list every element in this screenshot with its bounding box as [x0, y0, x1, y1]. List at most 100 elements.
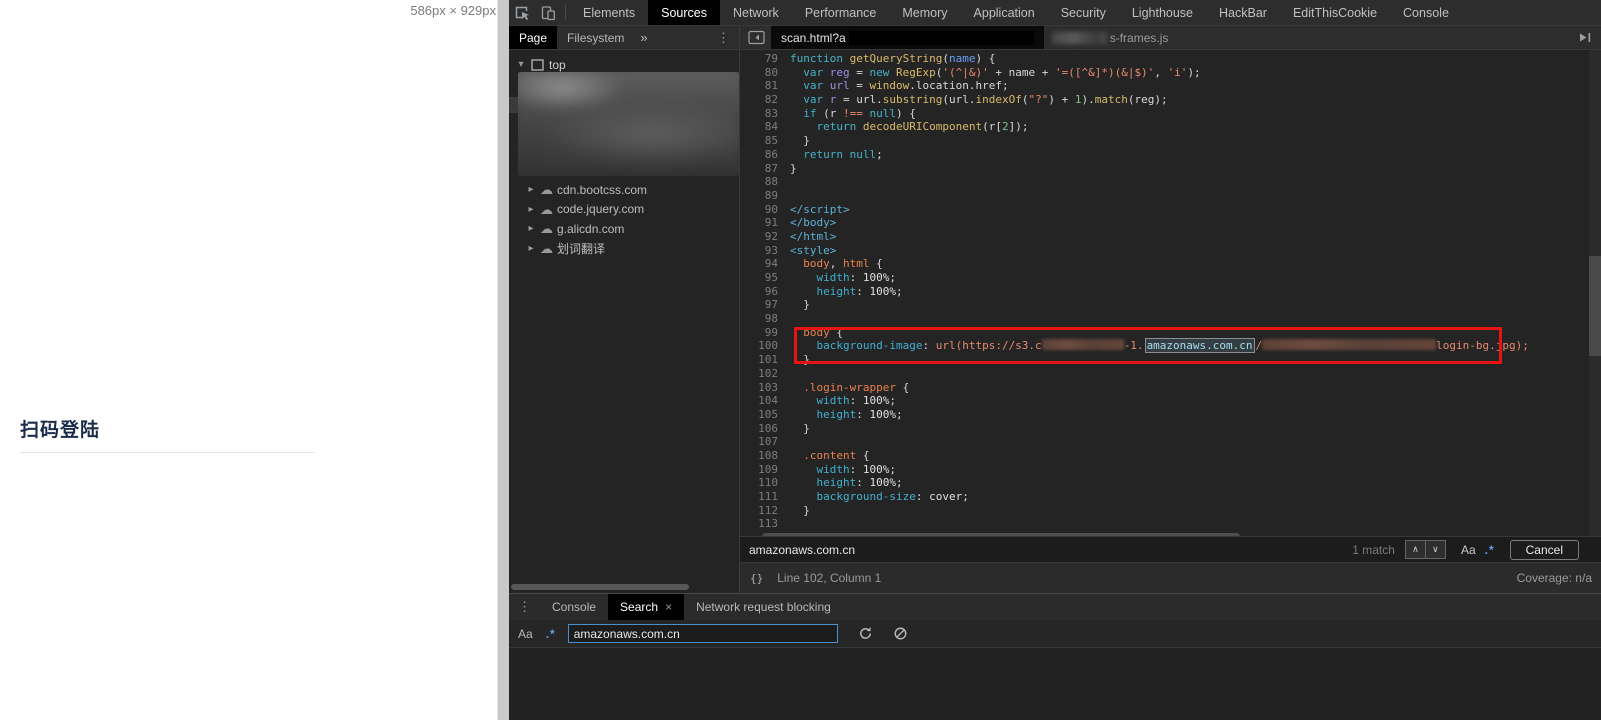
inspect-element-icon[interactable]: [509, 0, 535, 25]
previous-match-button[interactable]: ∧: [1405, 540, 1426, 559]
clear-block-icon[interactable]: [893, 626, 908, 641]
next-match-button[interactable]: ∨: [1425, 540, 1446, 559]
page-scrollbar[interactable]: [497, 0, 509, 720]
code-text: </html>: [790, 230, 836, 244]
line-number[interactable]: 107: [740, 435, 790, 449]
editor-scrollbar-thumb[interactable]: [1589, 256, 1601, 356]
editor-tab-scan-html[interactable]: scan.html?a: [771, 26, 1044, 49]
editor-tab-frames-js[interactable]: s-frames.js: [1044, 26, 1177, 49]
toolbar-tab-hackbar[interactable]: HackBar: [1206, 0, 1280, 25]
code-line: 94 body, html {: [740, 257, 1601, 271]
find-input[interactable]: amazonaws.com.cn: [740, 543, 855, 557]
drawer-menu-icon[interactable]: ⋮: [509, 602, 540, 612]
line-number[interactable]: 94: [740, 257, 790, 271]
line-number[interactable]: 109: [740, 463, 790, 477]
tree-item-item[interactable]: ▸☁划词翻译: [509, 239, 739, 259]
code-text: }: [790, 298, 810, 312]
editor-scrollbar-track[interactable]: [1589, 50, 1601, 536]
line-number[interactable]: 95: [740, 271, 790, 285]
tree-item-g-alicdn-com[interactable]: ▸☁g.alicdn.com: [509, 219, 739, 239]
match-case-toggle[interactable]: Aa: [518, 627, 533, 641]
code-line: 97 }: [740, 298, 1601, 312]
toolbar-tab-lighthouse[interactable]: Lighthouse: [1119, 0, 1206, 25]
more-tabs-icon[interactable]: »: [634, 30, 653, 45]
line-number[interactable]: 106: [740, 422, 790, 436]
code-text: }: [790, 134, 810, 148]
toolbar-tab-network[interactable]: Network: [720, 0, 792, 25]
line-number[interactable]: 93: [740, 244, 790, 258]
search-input[interactable]: [568, 624, 838, 643]
line-number[interactable]: 101: [740, 353, 790, 367]
toolbar-tab-memory[interactable]: Memory: [889, 0, 960, 25]
hide-navigator-icon[interactable]: [748, 30, 765, 45]
regex-toggle[interactable]: .*: [546, 627, 556, 641]
line-number[interactable]: 112: [740, 504, 790, 518]
line-number[interactable]: 90: [740, 203, 790, 217]
line-number[interactable]: 83: [740, 107, 790, 121]
overflow-menu-icon[interactable]: ⋮: [708, 33, 739, 43]
close-icon[interactable]: ×: [665, 600, 672, 614]
chevron-down-icon[interactable]: ▾: [516, 59, 526, 70]
code-line: 103 .login-wrapper {: [740, 381, 1601, 395]
line-number[interactable]: 111: [740, 490, 790, 504]
line-number[interactable]: 104: [740, 394, 790, 408]
match-case-toggle[interactable]: Aa: [1461, 543, 1476, 557]
drawer-tab-console[interactable]: Console: [540, 594, 608, 620]
line-number[interactable]: 86: [740, 148, 790, 162]
tree-item-cdn-bootcss-com[interactable]: ▸☁cdn.bootcss.com: [509, 180, 739, 200]
toolbar-tab-console[interactable]: Console: [1390, 0, 1462, 25]
code-text: var reg = new RegExp('(^|&)' + name + '=…: [790, 66, 1201, 80]
line-number[interactable]: 89: [740, 189, 790, 203]
line-number[interactable]: 100: [740, 339, 790, 353]
code-line: 88: [740, 175, 1601, 189]
line-number[interactable]: 102: [740, 367, 790, 381]
line-number[interactable]: 108: [740, 449, 790, 463]
tab-filesystem[interactable]: Filesystem: [557, 26, 634, 49]
line-number[interactable]: 91: [740, 216, 790, 230]
chevron-right-icon[interactable]: ▸: [526, 184, 536, 195]
toolbar-tab-elements[interactable]: Elements: [570, 0, 648, 25]
drawer-tab-search[interactable]: Search×: [608, 594, 684, 620]
line-number[interactable]: 110: [740, 476, 790, 490]
line-number[interactable]: 80: [740, 66, 790, 80]
toolbar-tab-sources[interactable]: Sources: [648, 0, 720, 25]
line-number[interactable]: 96: [740, 285, 790, 299]
line-number[interactable]: 81: [740, 79, 790, 93]
toolbar-tab-application[interactable]: Application: [961, 0, 1048, 25]
tab-page[interactable]: Page: [509, 26, 557, 49]
sidebar-horizontal-scrollbar[interactable]: [511, 584, 689, 590]
chevron-right-icon[interactable]: ▸: [526, 204, 536, 215]
tree-item-label: cdn.bootcss.com: [557, 183, 647, 197]
line-number[interactable]: 103: [740, 381, 790, 395]
line-number[interactable]: 97: [740, 298, 790, 312]
line-number[interactable]: 82: [740, 93, 790, 107]
redacted-text-block: [1052, 32, 1107, 44]
toolbar-tab-security[interactable]: Security: [1048, 0, 1119, 25]
line-number[interactable]: 88: [740, 175, 790, 189]
domain-cloud-icon: ☁: [540, 242, 553, 255]
toolbar-tab-performance[interactable]: Performance: [792, 0, 890, 25]
toolbar-tab-editthiscookie[interactable]: EditThisCookie: [1280, 0, 1390, 25]
line-number[interactable]: 79: [740, 52, 790, 66]
line-number[interactable]: 105: [740, 408, 790, 422]
line-number[interactable]: 84: [740, 120, 790, 134]
line-number[interactable]: 85: [740, 134, 790, 148]
regex-toggle[interactable]: .*: [1485, 543, 1495, 557]
pretty-print-icon[interactable]: {}: [750, 572, 763, 585]
panel-expand-icon[interactable]: [1577, 30, 1593, 45]
refresh-icon[interactable]: [858, 626, 873, 641]
line-number[interactable]: 98: [740, 312, 790, 326]
cancel-button[interactable]: Cancel: [1510, 540, 1579, 560]
line-number[interactable]: 87: [740, 162, 790, 176]
code-text: function getQueryString(name) {: [790, 52, 995, 66]
chevron-right-icon[interactable]: ▸: [526, 243, 536, 254]
drawer-tab-network-request-blocking[interactable]: Network request blocking: [684, 594, 843, 620]
line-number[interactable]: 99: [740, 326, 790, 340]
chevron-right-icon[interactable]: ▸: [526, 223, 536, 234]
code-area[interactable]: 79function getQueryString(name) {80 var …: [740, 50, 1601, 536]
editor-tab-strip: scan.html?a s-frames.js: [740, 26, 1601, 49]
line-number[interactable]: 113: [740, 517, 790, 531]
tree-item-code-jquery-com[interactable]: ▸☁code.jquery.com: [509, 200, 739, 220]
line-number[interactable]: 92: [740, 230, 790, 244]
device-toolbar-icon[interactable]: [535, 0, 561, 25]
